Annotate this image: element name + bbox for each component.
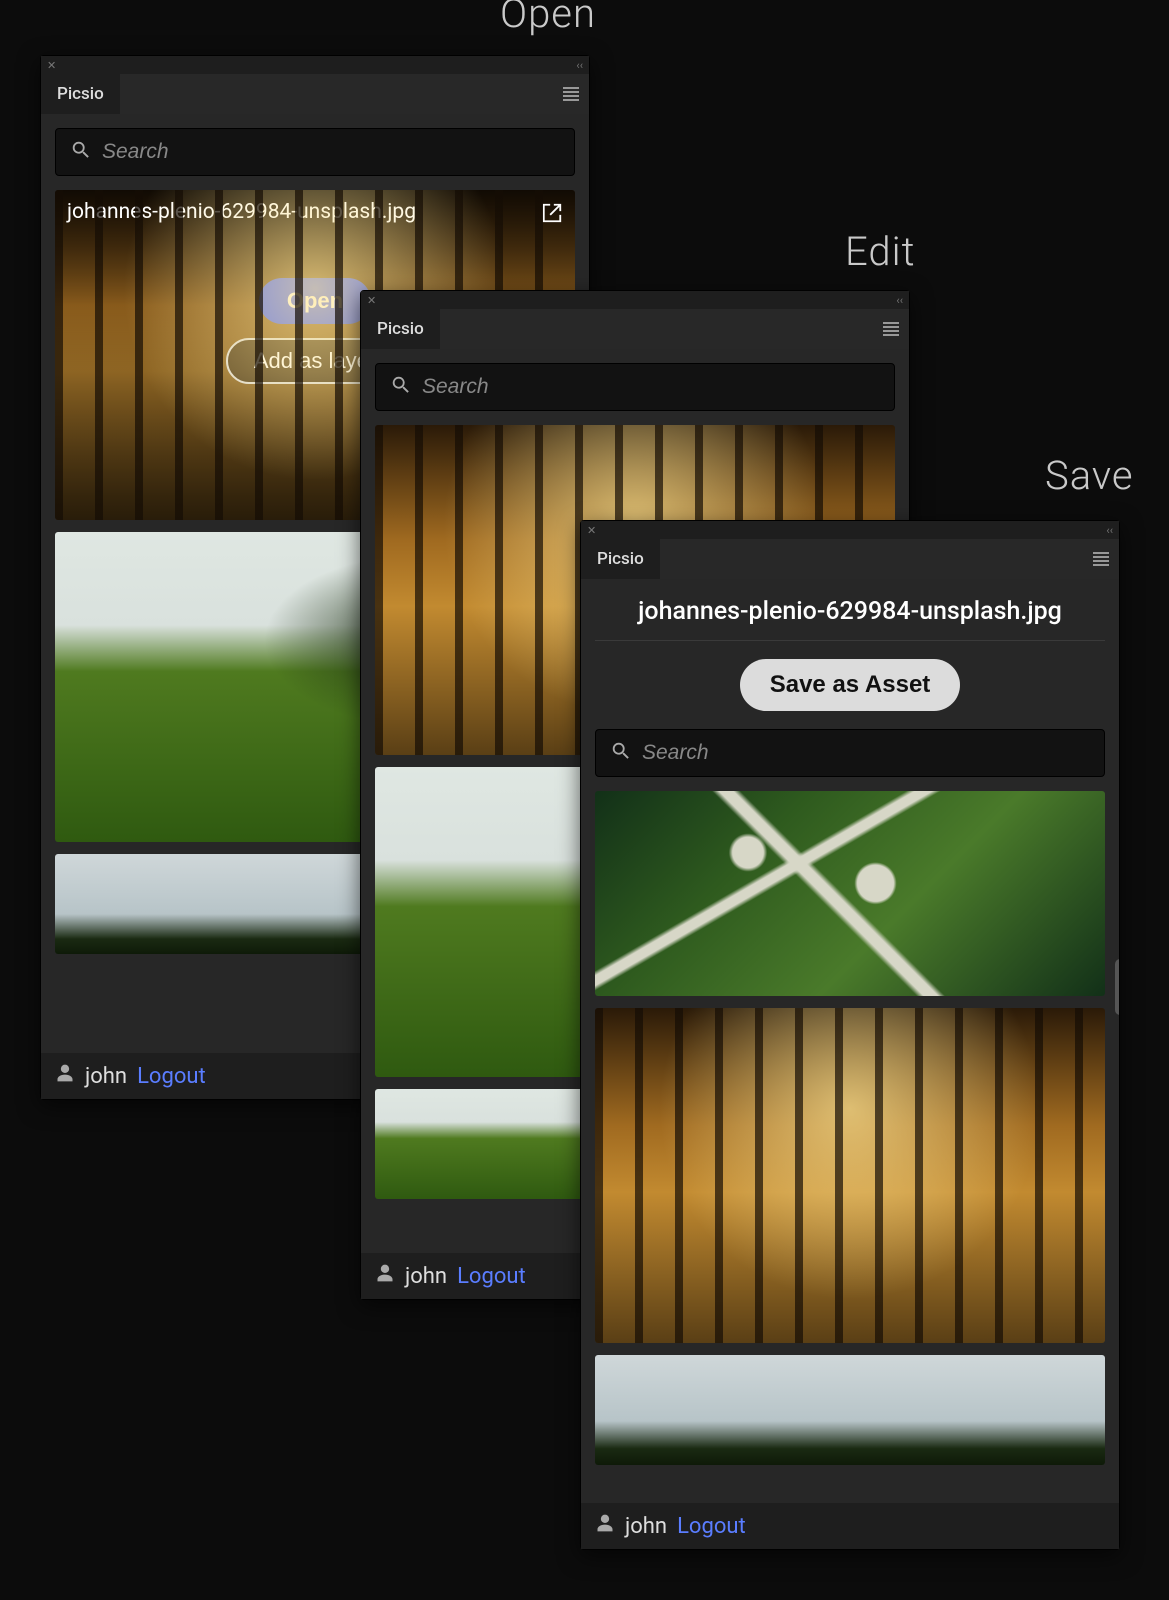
thumb-forest[interactable]	[595, 1008, 1105, 1343]
username: john	[405, 1264, 447, 1289]
thumb-aerial[interactable]	[595, 791, 1105, 996]
open-external-icon[interactable]	[541, 202, 563, 224]
user-icon	[595, 1513, 615, 1539]
logout-link[interactable]: Logout	[457, 1264, 526, 1289]
heading-save: Save	[1045, 452, 1134, 499]
panel-save: ✕ ‹‹ Picsio johannes-plenio-629984-unspl…	[580, 520, 1120, 1550]
panel-tabrow: Picsio	[361, 309, 909, 349]
search-icon	[610, 740, 632, 766]
hamburger-icon[interactable]	[1093, 539, 1109, 579]
close-icon[interactable]: ✕	[587, 524, 596, 537]
search-box[interactable]	[375, 363, 895, 411]
save-filename: johannes-plenio-629984-unsplash.jpg	[595, 593, 1105, 630]
close-icon[interactable]: ✕	[367, 294, 376, 307]
logout-link[interactable]: Logout	[137, 1064, 206, 1089]
tab-picsio[interactable]: Picsio	[581, 539, 660, 579]
panel-footer: john Logout	[581, 1503, 1119, 1549]
panel-topbar: ✕ ‹‹	[581, 521, 1119, 539]
heading-open: Open	[500, 0, 596, 37]
scrollbar-thumb[interactable]	[1115, 959, 1119, 1015]
panel-tabrow: Picsio	[581, 539, 1119, 579]
collapse-icon[interactable]: ‹‹	[1106, 524, 1113, 537]
search-input[interactable]	[102, 140, 560, 164]
collapse-icon[interactable]: ‹‹	[576, 59, 583, 72]
collapse-icon[interactable]: ‹‹	[896, 294, 903, 307]
panel-tabrow: Picsio	[41, 74, 589, 114]
heading-edit: Edit	[845, 228, 915, 275]
user-icon	[55, 1063, 75, 1089]
search-icon	[70, 139, 92, 165]
thumb-sky-partial[interactable]	[595, 1355, 1105, 1465]
search-box[interactable]	[55, 128, 575, 176]
username: john	[625, 1514, 667, 1539]
panel-topbar: ✕ ‹‹	[41, 56, 589, 74]
tab-picsio[interactable]: Picsio	[361, 309, 440, 349]
open-button[interactable]: Open	[259, 278, 371, 324]
search-box[interactable]	[595, 729, 1105, 777]
search-input[interactable]	[642, 741, 1090, 765]
panel-body: johannes-plenio-629984-unsplash.jpg Save…	[581, 579, 1119, 1503]
user-icon	[375, 1263, 395, 1289]
divider	[595, 640, 1105, 641]
close-icon[interactable]: ✕	[47, 59, 56, 72]
hamburger-icon[interactable]	[883, 309, 899, 349]
hamburger-icon[interactable]	[563, 74, 579, 114]
logout-link[interactable]: Logout	[677, 1514, 746, 1539]
search-input[interactable]	[422, 375, 880, 399]
thumb-filename: johannes-plenio-629984-unsplash.jpg	[67, 200, 530, 224]
tab-picsio[interactable]: Picsio	[41, 74, 120, 114]
search-icon	[390, 374, 412, 400]
panel-topbar: ✕ ‹‹	[361, 291, 909, 309]
save-as-asset-button[interactable]: Save as Asset	[740, 659, 961, 711]
username: john	[85, 1064, 127, 1089]
